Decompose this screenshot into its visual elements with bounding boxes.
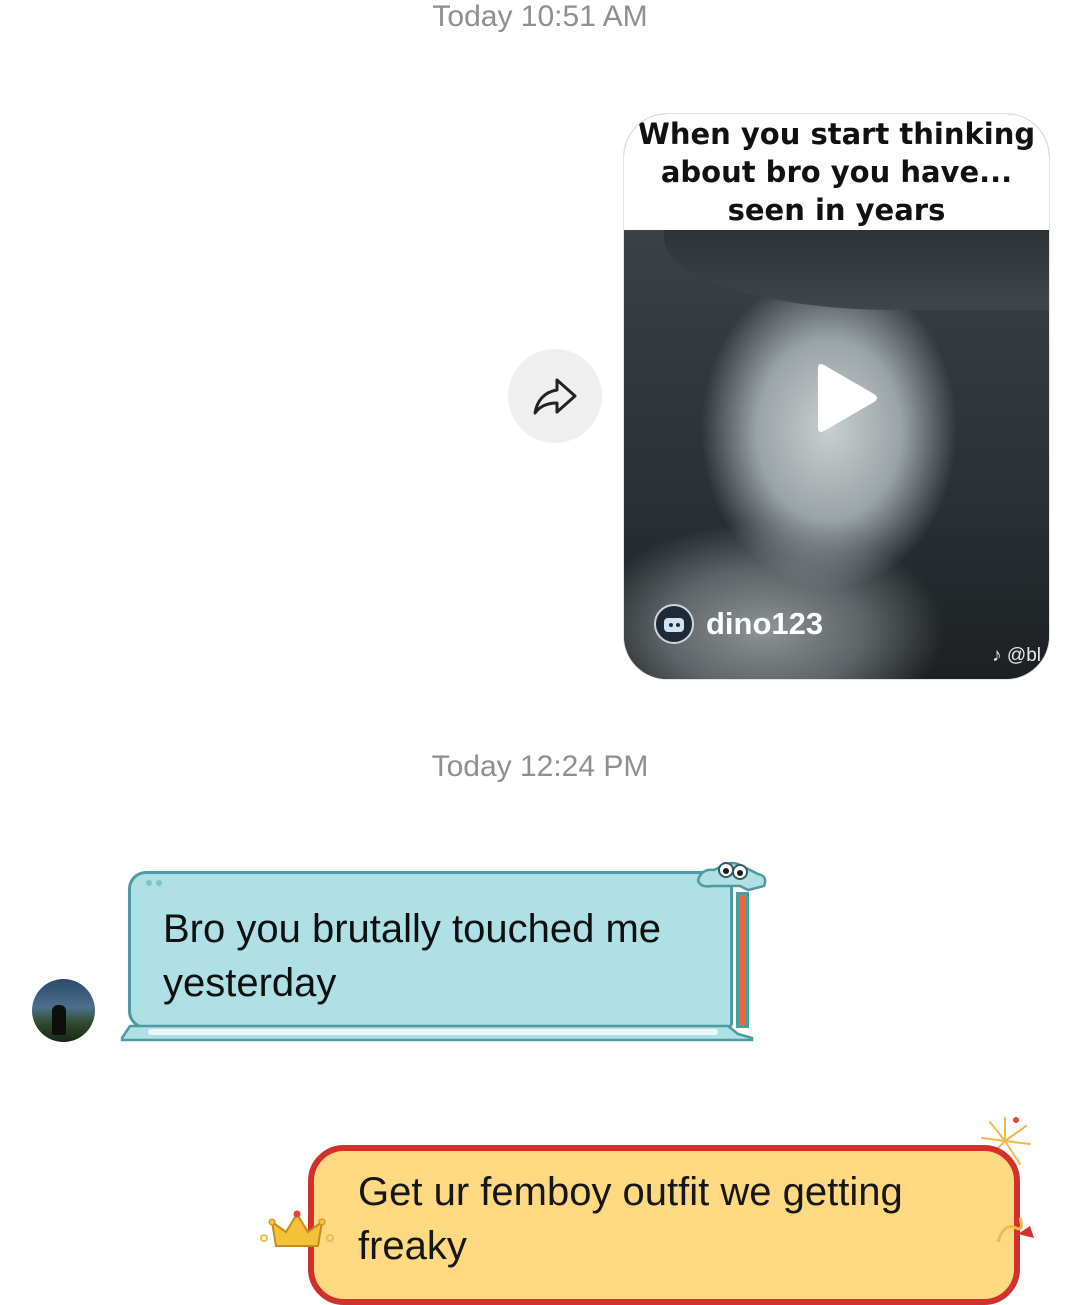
timestamp: Today 10:51 AM bbox=[432, 0, 648, 33]
timestamp: Today 12:24 PM bbox=[431, 750, 649, 783]
incoming-message-bubble[interactable]: Bro you brutally touched me yesterday bbox=[128, 871, 733, 1029]
video-thumbnail: dino123 ♪ @bl bbox=[624, 230, 1049, 679]
sender-avatar[interactable] bbox=[32, 979, 95, 1042]
message-text: Bro you brutally touched me yesterday bbox=[163, 907, 662, 1005]
video-caption-area: When you start thinking about bro you ha… bbox=[624, 114, 1049, 230]
crocodile-eyes-icon bbox=[696, 861, 767, 892]
shared-video-card[interactable]: When you start thinking about bro you ha… bbox=[623, 113, 1050, 680]
share-button[interactable] bbox=[508, 349, 602, 443]
share-icon bbox=[533, 378, 577, 415]
outgoing-message-bubble[interactable]: Get ur femboy outfit we getting freaky bbox=[308, 1145, 1020, 1305]
bubble-croc-body bbox=[736, 892, 749, 1028]
bubble-dots-decoration bbox=[146, 880, 162, 886]
ribbon-icon bbox=[996, 1217, 1034, 1243]
avatar-figure bbox=[52, 1005, 66, 1035]
tiktok-watermark: ♪ @bl bbox=[992, 645, 1041, 666]
video-author[interactable]: dino123 bbox=[654, 604, 823, 644]
crown-icon bbox=[260, 1210, 334, 1247]
author-name: dino123 bbox=[706, 606, 824, 641]
video-caption: When you start thinking about bro you ha… bbox=[637, 117, 1036, 227]
play-icon[interactable] bbox=[804, 360, 884, 440]
bubble-tail-decoration bbox=[120, 1024, 754, 1042]
thumbnail-cap bbox=[664, 230, 1049, 310]
author-avatar bbox=[654, 604, 694, 644]
message-text: Get ur femboy outfit we getting freaky bbox=[358, 1170, 903, 1268]
